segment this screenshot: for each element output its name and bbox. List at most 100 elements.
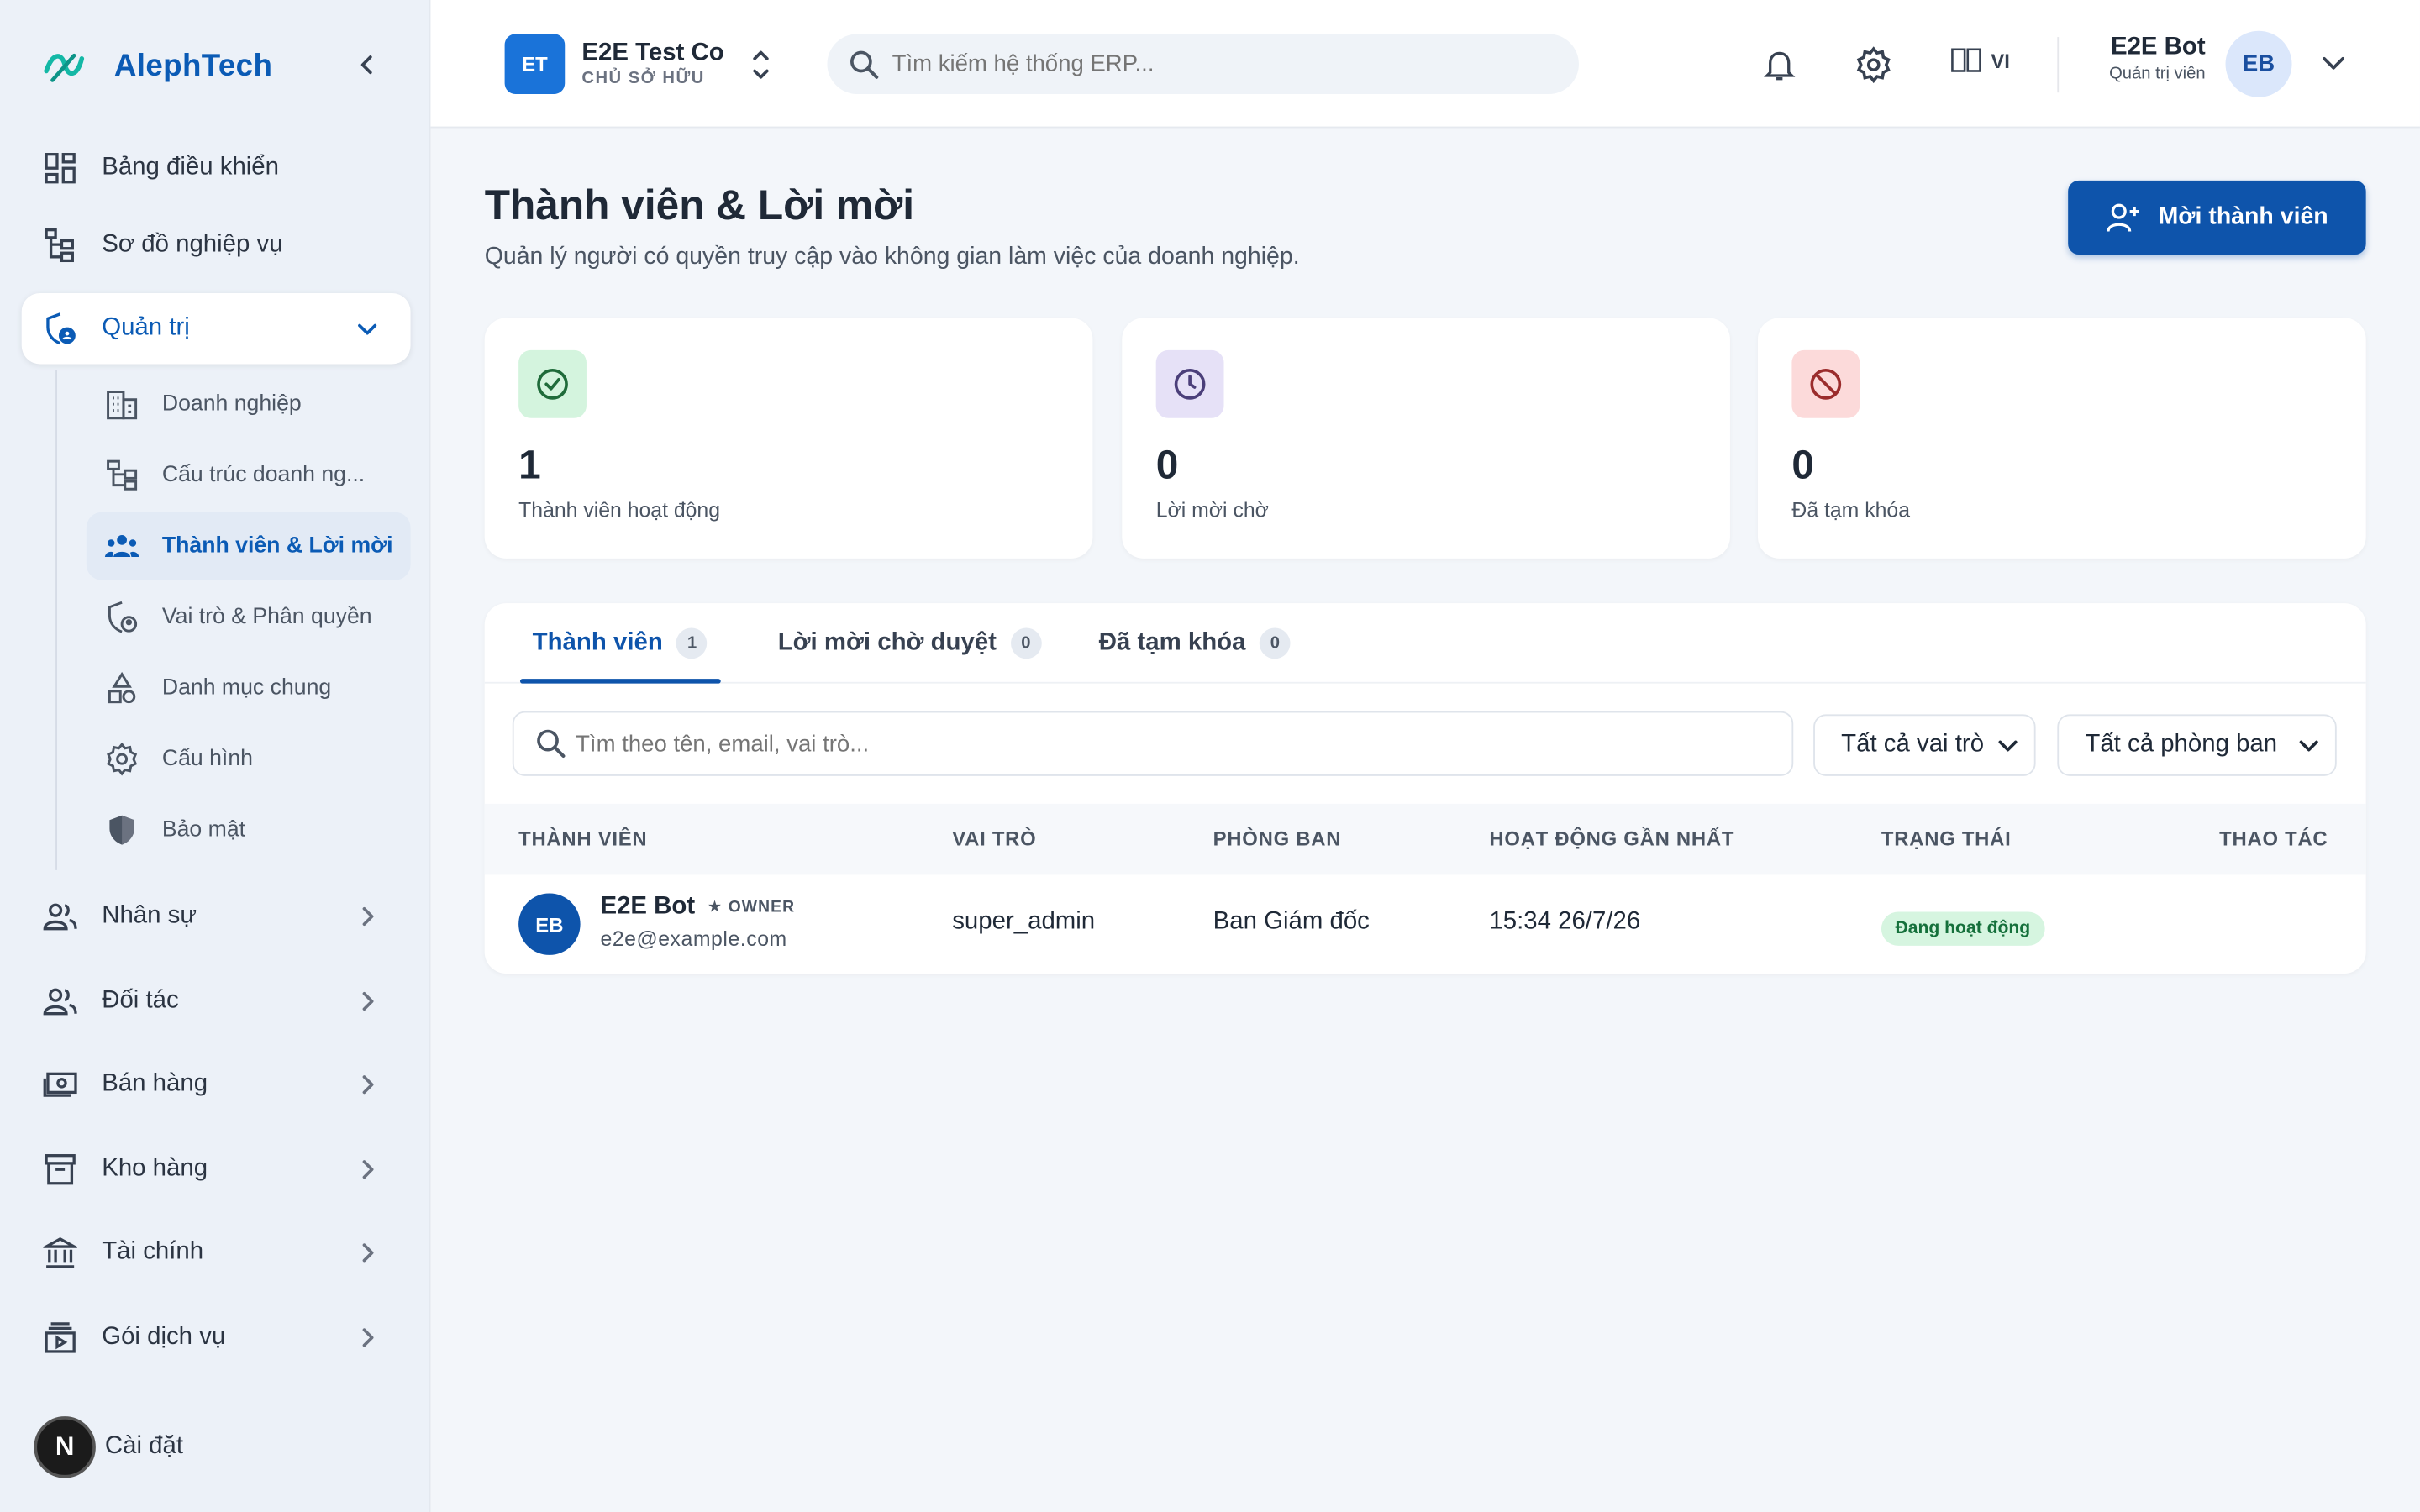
partner-icon xyxy=(42,983,79,1020)
member-search-input[interactable] xyxy=(576,730,1749,757)
stat-value: 0 xyxy=(1155,441,1179,488)
member-email: e2e@example.com xyxy=(600,927,787,951)
global-search-input[interactable] xyxy=(892,50,1541,77)
company-role: CHỦ SỞ HỮU xyxy=(581,69,705,88)
column-header-last-active: HOẠT ĐỘNG GẦN NHẤT xyxy=(1489,827,1735,851)
department-filter-value: Tất cả phòng ban xyxy=(2085,731,2278,758)
chevron-left-icon xyxy=(360,55,372,75)
ban-icon xyxy=(1791,349,1860,418)
flag-icon xyxy=(1951,48,1981,72)
sidebar-item-admin[interactable]: Quản trị xyxy=(21,292,411,365)
global-search[interactable] xyxy=(827,34,1579,95)
sidebar-subitem-label: Doanh nghiệp xyxy=(161,391,302,417)
members-panel: Thành viên 1 Lời mời chờ duyệt 0 Đã tạm … xyxy=(484,603,2366,974)
stat-label: Lời mời chờ xyxy=(1155,498,1269,522)
shapes-icon xyxy=(103,669,140,706)
notifications-button[interactable] xyxy=(1761,46,1798,83)
header-divider xyxy=(2057,37,2060,93)
sidebar-subitem-catalog[interactable]: Danh mục chung xyxy=(87,654,411,722)
subscription-icon xyxy=(42,1319,79,1356)
table-header: THÀNH VIÊN VAI TRÒ PHÒNG BAN HOẠT ĐỘNG G… xyxy=(484,803,2366,875)
member-name: E2E Bot xyxy=(600,893,696,920)
sidebar-subitem-label: Danh mục chung xyxy=(161,675,332,701)
member-department: Ban Giám đốc xyxy=(1213,908,1370,936)
check-circle-icon xyxy=(518,349,587,418)
stat-value: 1 xyxy=(518,441,541,488)
collapse-sidebar-button[interactable] xyxy=(352,50,383,81)
settings-button[interactable] xyxy=(1855,46,1892,84)
sidebar-subitem-members[interactable]: Thành viên & Lời mời xyxy=(86,512,411,580)
sidebar-subitem-enterprise[interactable]: Doanh nghiệp xyxy=(87,370,411,438)
stat-label: Thành viên hoạt động xyxy=(518,498,721,522)
column-header-member: THÀNH VIÊN xyxy=(518,827,648,851)
chevron-updown-icon xyxy=(749,43,773,86)
sidebar-subitem-config[interactable]: Cấu hình xyxy=(87,725,411,793)
chevron-right-icon xyxy=(362,1328,374,1347)
settings-label: Cài đặt xyxy=(104,1433,184,1460)
user-avatar[interactable]: EB xyxy=(2225,30,2292,97)
sidebar-item-dashboard[interactable]: Bảng điều khiển xyxy=(22,133,411,203)
sidebar-subitem-roles[interactable]: Vai trò & Phân quyền xyxy=(87,583,411,651)
member-role: super_admin xyxy=(952,908,1096,936)
department-filter-select[interactable]: Tất cả phòng ban xyxy=(2057,714,2337,776)
owner-badge: ★ OWNER xyxy=(707,897,796,916)
stat-value: 0 xyxy=(1791,441,1814,488)
app-root: AlephTech Bảng điều khiển Sơ đồ nghiệp v… xyxy=(0,0,2420,1512)
tab-label: Đã tạm khóa xyxy=(1098,629,1246,656)
member-last-active: 15:34 26/7/26 xyxy=(1489,908,1641,936)
gear-icon xyxy=(1856,46,1891,84)
cash-icon xyxy=(42,1066,79,1103)
sidebar-item-hr[interactable]: Nhân sự xyxy=(22,881,411,952)
member-avatar: EB xyxy=(518,893,581,955)
sidebar-item-label: Nhân sự xyxy=(102,902,197,929)
invite-member-button[interactable]: Mời thành viên xyxy=(2068,180,2366,255)
sidebar-item-label: Gói dịch vụ xyxy=(102,1323,226,1351)
chevron-down-icon xyxy=(2299,740,2318,752)
tab-members[interactable]: Thành viên 1 xyxy=(519,603,723,684)
sidebar: AlephTech Bảng điều khiển Sơ đồ nghiệp v… xyxy=(0,0,431,1512)
brand[interactable]: AlephTech xyxy=(40,43,273,89)
tab-count: 0 xyxy=(1010,627,1042,659)
column-header-actions: THAO TÁC xyxy=(2219,827,2328,851)
tab-bar: Thành viên 1 Lời mời chờ duyệt 0 Đã tạm … xyxy=(484,603,2366,684)
role-filter-select[interactable]: Tất cả vai trò xyxy=(1813,714,2036,776)
sidebar-item-label: Bán hàng xyxy=(102,1070,208,1097)
sidebar-subitem-label: Vai trò & Phân quyền xyxy=(161,604,372,630)
page-title: Thành viên & Lời mời xyxy=(484,181,915,228)
sidebar-item-subscription[interactable]: Gói dịch vụ xyxy=(22,1302,411,1373)
member-search[interactable] xyxy=(512,711,1794,776)
top-header: ET E2E Test Co CHỦ SỞ HỮU VI E2E Bot xyxy=(430,0,2420,129)
sidebar-item-finance[interactable]: Tài chính xyxy=(22,1217,411,1288)
page-subtitle: Quản lý người có quyền truy cập vào khôn… xyxy=(484,244,1300,270)
sidebar-item-flow[interactable]: Sơ đồ nghiệp vụ xyxy=(22,210,411,281)
chevron-right-icon xyxy=(362,1160,374,1179)
chevron-down-icon[interactable] xyxy=(2320,50,2348,77)
invite-member-label: Mời thành viên xyxy=(2158,203,2328,230)
flow-icon xyxy=(42,227,79,264)
user-role: Quản trị viên xyxy=(2109,65,2206,84)
user-name: E2E Bot xyxy=(2110,34,2206,60)
chevron-right-icon xyxy=(362,906,374,927)
user-plus-icon xyxy=(2107,203,2140,232)
sidebar-item-label: Quản trị xyxy=(102,314,190,341)
next-dev-badge[interactable]: N xyxy=(34,1416,96,1478)
sidebar-subitem-security[interactable]: Bảo mật xyxy=(87,796,411,864)
dashboard-icon xyxy=(42,150,79,186)
tab-count: 0 xyxy=(1260,627,1291,659)
language-switcher[interactable]: VI xyxy=(1951,48,2010,72)
sidebar-item-sales[interactable]: Bán hàng xyxy=(22,1049,411,1120)
member-name-wrap: E2E Bot ★ OWNER xyxy=(600,893,795,921)
company-switcher[interactable]: ET E2E Test Co CHỦ SỞ HỮU xyxy=(504,34,774,95)
sidebar-subitem-structure[interactable]: Cấu trúc doanh ng... xyxy=(87,441,411,509)
tab-pending-invites[interactable]: Lời mời chờ duyệt 0 xyxy=(778,603,1042,684)
tab-suspended[interactable]: Đã tạm khóa 0 xyxy=(1099,603,1291,684)
sidebar-item-warehouse[interactable]: Kho hàng xyxy=(22,1134,411,1205)
submenu-rail xyxy=(55,370,57,870)
search-icon xyxy=(537,729,566,759)
sidebar-settings[interactable]: N Cài đặt xyxy=(34,1416,183,1478)
table-row[interactable]: EB E2E Bot ★ OWNER e2e@example.com super… xyxy=(485,874,2366,974)
sidebar-item-partner[interactable]: Đối tác xyxy=(22,966,411,1037)
role-shield-icon xyxy=(103,599,140,636)
user-info[interactable]: E2E Bot Quản trị viên xyxy=(2097,34,2206,83)
bank-icon xyxy=(42,1234,79,1271)
